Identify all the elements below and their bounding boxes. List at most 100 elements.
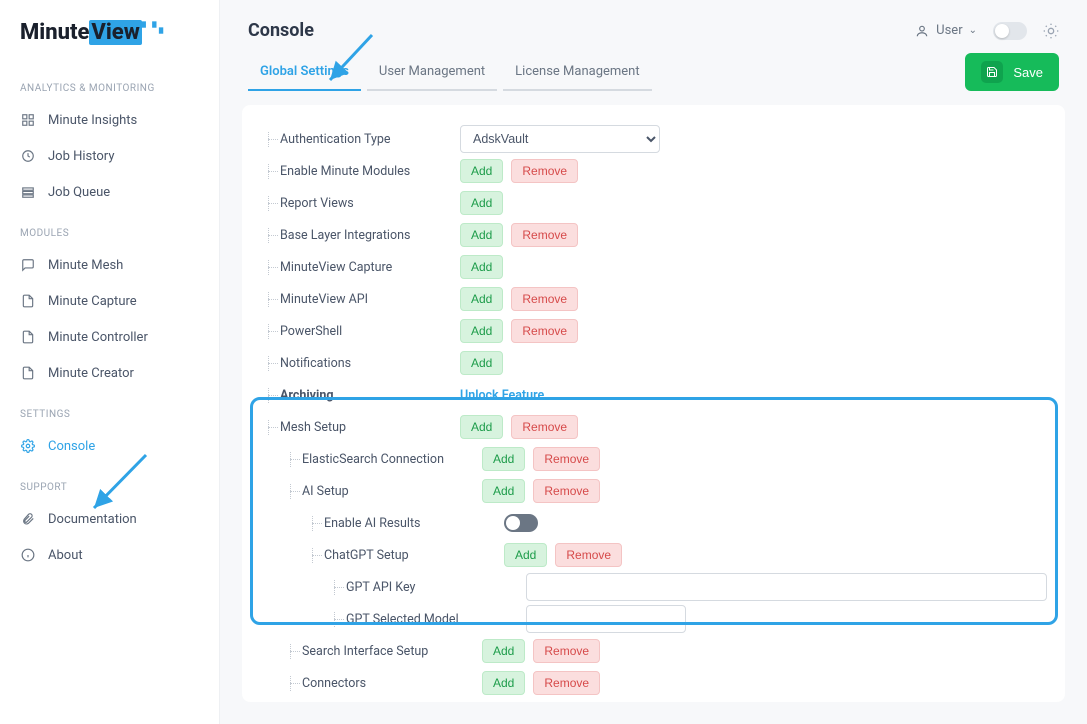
sidebar-item-job-queue[interactable]: Job Queue: [0, 174, 219, 210]
tree-enable-minute-modules: Enable Minute Modules: [250, 164, 460, 179]
sidebar-item-insights[interactable]: Minute Insights: [0, 102, 219, 138]
grid-icon: [20, 112, 36, 128]
logo-part2: View: [89, 20, 141, 45]
tree-mesh-setup: Mesh Setup: [250, 420, 460, 435]
sidebar-item-label: Documentation: [48, 512, 137, 527]
sidebar-item-label: Minute Insights: [48, 113, 137, 128]
remove-button[interactable]: Remove: [533, 479, 600, 503]
gear-icon: [20, 438, 36, 454]
sidebar-item-label: Minute Creator: [48, 366, 134, 381]
sidebar-item-job-history[interactable]: Job History: [0, 138, 219, 174]
tab-row: Global Settings User Management License …: [220, 53, 1087, 105]
remove-button[interactable]: Remove: [511, 415, 578, 439]
gpt-api-key-input[interactable]: [526, 573, 1047, 601]
add-button[interactable]: Add: [460, 415, 503, 439]
unlock-feature-link[interactable]: Unlock Feature: [460, 388, 544, 403]
gpt-model-input[interactable]: [526, 605, 686, 633]
remove-button[interactable]: Remove: [511, 319, 578, 343]
sidebar-section-modules: MODULES: [0, 210, 219, 247]
remove-button[interactable]: Remove: [511, 223, 578, 247]
tree-ai-setup: AI Setup: [250, 484, 460, 499]
tabs: Global Settings User Management License …: [248, 54, 652, 91]
tree-search-interface: Search Interface Setup: [250, 644, 460, 659]
save-button[interactable]: Save: [965, 53, 1059, 91]
tree-archiving: Archiving: [250, 388, 460, 403]
add-button[interactable]: Add: [482, 447, 525, 471]
sidebar-section-analytics: ANALYTICS & MONITORING: [0, 65, 219, 102]
page-title: Console: [248, 20, 314, 41]
sidebar-section-support: SUPPORT: [0, 464, 219, 501]
tree-chatgpt-setup: ChatGPT Setup: [250, 548, 460, 563]
user-label: User: [936, 23, 962, 38]
add-button[interactable]: Add: [460, 159, 503, 183]
user-menu[interactable]: User ⌄: [914, 23, 977, 39]
tree-mv-api: MinuteView API: [250, 292, 460, 307]
tree-connectors: Connectors: [250, 676, 460, 691]
sidebar-item-label: Job History: [48, 149, 114, 164]
file-icon: [20, 329, 36, 345]
remove-button[interactable]: Remove: [511, 287, 578, 311]
info-icon: [20, 547, 36, 563]
sidebar-item-about[interactable]: About: [0, 537, 219, 573]
sidebar-item-label: Job Queue: [48, 185, 110, 200]
sidebar-section-settings: SETTINGS: [0, 391, 219, 428]
tree-es-connection: ElasticSearch Connection: [250, 452, 460, 467]
tab-license-management[interactable]: License Management: [503, 54, 651, 91]
theme-toggle[interactable]: [993, 22, 1027, 40]
add-button[interactable]: Add: [460, 191, 503, 215]
sun-icon[interactable]: [1043, 23, 1059, 39]
logo-pixels-icon: ▘▝▗: [142, 23, 162, 34]
sidebar-item-documentation[interactable]: Documentation: [0, 501, 219, 537]
tree-powershell: PowerShell: [250, 324, 460, 339]
chat-icon: [20, 257, 36, 273]
queue-icon: [20, 184, 36, 200]
tree-gpt-api-key: GPT API Key: [250, 580, 460, 595]
tab-user-management[interactable]: User Management: [367, 54, 497, 91]
tree-report-views: Report Views: [250, 196, 460, 211]
add-button[interactable]: Add: [460, 319, 503, 343]
file-icon: [20, 365, 36, 381]
remove-button[interactable]: Remove: [555, 543, 622, 567]
sidebar-item-minute-creator[interactable]: Minute Creator: [0, 355, 219, 391]
add-button[interactable]: Add: [504, 543, 547, 567]
file-icon: [20, 293, 36, 309]
add-button[interactable]: Add: [482, 639, 525, 663]
tree-mv-capture: MinuteView Capture: [250, 260, 460, 275]
add-button[interactable]: Add: [460, 287, 503, 311]
add-button[interactable]: Add: [460, 255, 503, 279]
sidebar-item-label: Minute Controller: [48, 330, 148, 345]
logo-part1: Minute: [20, 20, 89, 45]
topbar-right: User ⌄: [914, 22, 1059, 40]
sidebar-item-label: Minute Capture: [48, 294, 137, 309]
tab-global-settings[interactable]: Global Settings: [248, 54, 361, 91]
sidebar-item-minute-controller[interactable]: Minute Controller: [0, 319, 219, 355]
add-button[interactable]: Add: [460, 223, 503, 247]
sidebar-item-label: About: [48, 548, 83, 563]
remove-button[interactable]: Remove: [533, 447, 600, 471]
logo: MinuteView▘▝▗: [0, 20, 219, 65]
add-button[interactable]: Add: [482, 671, 525, 695]
tree-auth-type: Authentication Type: [250, 132, 460, 147]
remove-button[interactable]: Remove: [533, 671, 600, 695]
settings-panel: Authentication Type AdskVault Enable Min…: [242, 105, 1065, 702]
sidebar: MinuteView▘▝▗ ANALYTICS & MONITORING Min…: [0, 0, 220, 724]
tree-base-layer: Base Layer Integrations: [250, 228, 460, 243]
add-button[interactable]: Add: [482, 479, 525, 503]
auth-type-select[interactable]: AdskVault: [460, 125, 660, 153]
add-button[interactable]: Add: [460, 351, 503, 375]
enable-ai-results-toggle[interactable]: [504, 514, 538, 532]
tree-notifications: Notifications: [250, 356, 460, 371]
sidebar-item-label: Console: [48, 439, 95, 454]
paperclip-icon: [20, 511, 36, 527]
topbar: Console User ⌄: [220, 0, 1087, 53]
sidebar-item-console[interactable]: Console: [0, 428, 219, 464]
save-icon: [981, 61, 1003, 83]
tree-gpt-model: GPT Selected Model: [250, 612, 460, 627]
chevron-down-icon: ⌄: [969, 25, 977, 36]
user-icon: [914, 23, 930, 39]
remove-button[interactable]: Remove: [533, 639, 600, 663]
remove-button[interactable]: Remove: [511, 159, 578, 183]
sidebar-item-minute-mesh[interactable]: Minute Mesh: [0, 247, 219, 283]
history-icon: [20, 148, 36, 164]
sidebar-item-minute-capture[interactable]: Minute Capture: [0, 283, 219, 319]
